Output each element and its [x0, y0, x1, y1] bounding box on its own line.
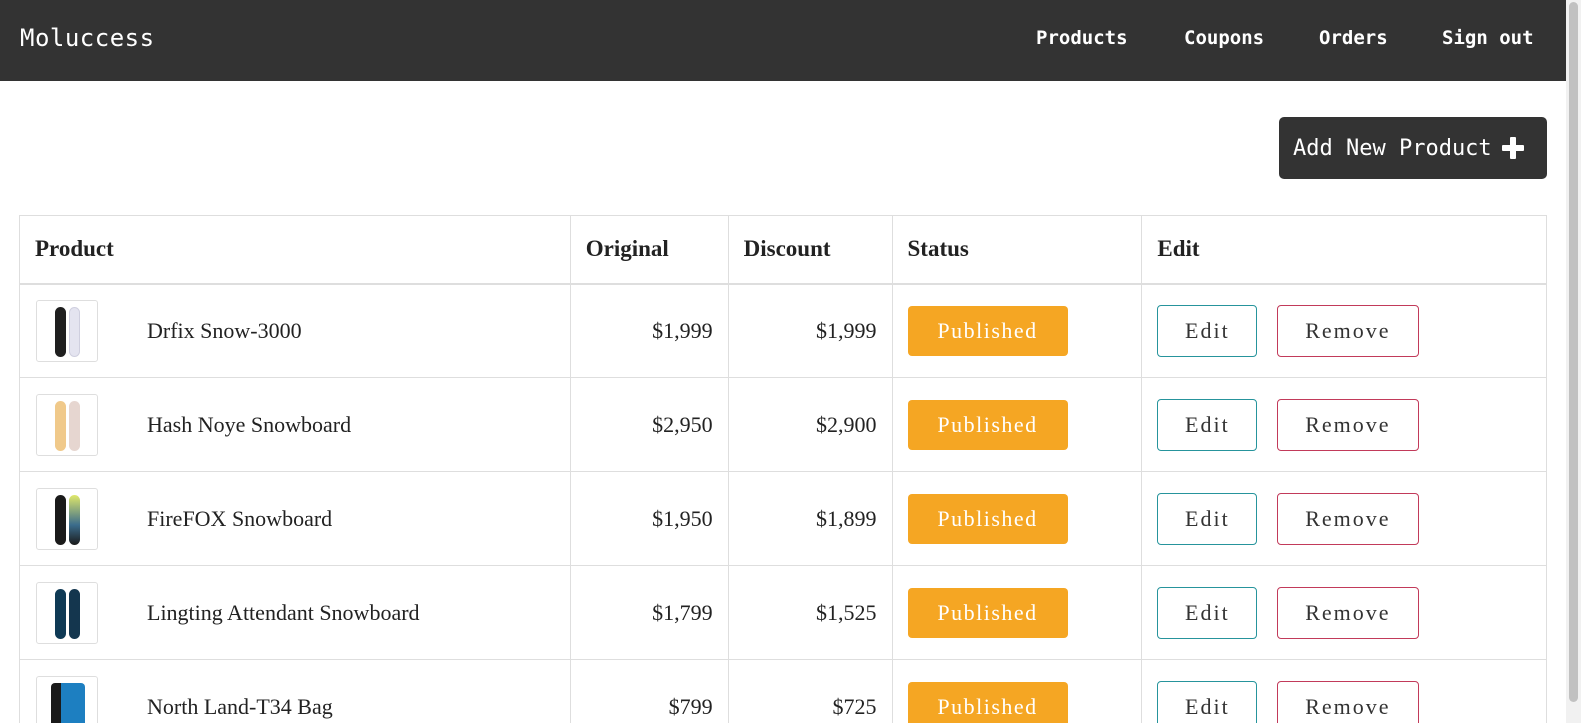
product-name: Lingting Attendant Snowboard — [147, 599, 420, 625]
nav-products-link[interactable]: Products — [1036, 27, 1128, 49]
edit-button[interactable]: Edit — [1157, 586, 1258, 639]
actions-cell: Edit Remove — [1141, 283, 1547, 378]
nav-orders-link[interactable]: Orders — [1319, 27, 1388, 49]
table-row: North Land-T34 Bag $799 $725 Published E… — [19, 659, 1547, 723]
product-cell: North Land-T34 Bag — [19, 659, 571, 723]
status-cell: Published — [891, 471, 1143, 566]
product-thumbnail — [36, 487, 98, 550]
table-header-row: Product Original Discount Status Edit — [19, 215, 1547, 285]
original-price: $1,950 — [569, 471, 729, 566]
status-cell: Published — [891, 377, 1143, 472]
board-shape — [69, 306, 80, 357]
nav-coupons-link[interactable]: Coupons — [1184, 27, 1264, 49]
status-badge: Published — [907, 587, 1068, 638]
remove-button[interactable]: Remove — [1276, 492, 1419, 545]
original-price: $1,999 — [569, 283, 729, 378]
product-cell: FireFOX Snowboard — [19, 471, 571, 566]
original-price: $799 — [569, 659, 729, 723]
table-row: Lingting Attendant Snowboard $1,799 $1,5… — [19, 565, 1547, 660]
status-cell: Published — [891, 283, 1143, 378]
remove-button[interactable]: Remove — [1276, 398, 1419, 451]
product-thumbnail — [36, 675, 98, 723]
product-thumbnail — [36, 299, 98, 362]
status-cell: Published — [891, 659, 1143, 723]
product-name: Hash Noye Snowboard — [147, 411, 352, 437]
product-name: FireFOX Snowboard — [147, 505, 333, 531]
nav-links: Products Coupons Orders Sign out — [0, 27, 1566, 57]
edit-button[interactable]: Edit — [1157, 680, 1258, 723]
header-original: Original — [569, 215, 729, 285]
header-edit: Edit — [1141, 215, 1547, 285]
board-shape — [55, 588, 66, 639]
product-cell: Hash Noye Snowboard — [19, 377, 571, 472]
edit-button[interactable]: Edit — [1157, 398, 1258, 451]
add-new-product-label: Add New Product — [1293, 135, 1492, 161]
status-badge: Published — [907, 681, 1068, 723]
discount-price: $1,899 — [727, 471, 893, 566]
table-row: FireFOX Snowboard $1,950 $1,899 Publishe… — [19, 471, 1547, 566]
top-navbar: Moluccess Products Coupons Orders Sign o… — [0, 0, 1566, 81]
board-shape — [69, 400, 80, 451]
actions-cell: Edit Remove — [1141, 659, 1547, 723]
product-thumbnail — [36, 393, 98, 456]
product-cell: Lingting Attendant Snowboard — [19, 565, 571, 660]
board-shape — [55, 494, 66, 545]
scrollbar-thumb[interactable] — [1569, 2, 1578, 702]
board-shape — [69, 494, 80, 545]
edit-button[interactable]: Edit — [1157, 492, 1258, 545]
discount-price: $725 — [727, 659, 893, 723]
remove-button[interactable]: Remove — [1276, 304, 1419, 357]
table-row: Hash Noye Snowboard $2,950 $2,900 Publis… — [19, 377, 1547, 472]
add-new-product-button[interactable]: Add New Product — [1279, 117, 1547, 179]
page-scrollbar[interactable] — [1566, 0, 1581, 723]
product-name: Drfix Snow-3000 — [147, 317, 302, 343]
header-discount: Discount — [727, 215, 893, 285]
board-shape — [69, 588, 80, 639]
edit-button[interactable]: Edit — [1157, 304, 1258, 357]
header-status: Status — [891, 215, 1143, 285]
nav-signout-link[interactable]: Sign out — [1442, 27, 1534, 49]
table-row: Drfix Snow-3000 $1,999 $1,999 Published … — [19, 283, 1547, 378]
actions-cell: Edit Remove — [1141, 377, 1547, 472]
discount-price: $1,999 — [727, 283, 893, 378]
remove-button[interactable]: Remove — [1276, 586, 1419, 639]
products-table: Product Original Discount Status Edit Dr… — [19, 215, 1547, 723]
product-name: North Land-T34 Bag — [147, 693, 333, 719]
plus-icon — [1501, 137, 1524, 159]
original-price: $1,799 — [569, 565, 729, 660]
status-badge: Published — [907, 399, 1068, 450]
discount-price: $2,900 — [727, 377, 893, 472]
actions-cell: Edit Remove — [1141, 471, 1547, 566]
status-badge: Published — [907, 493, 1068, 544]
bag-shape — [51, 682, 85, 723]
product-thumbnail — [36, 581, 98, 644]
remove-button[interactable]: Remove — [1276, 680, 1419, 723]
status-badge: Published — [907, 305, 1068, 356]
product-cell: Drfix Snow-3000 — [19, 283, 571, 378]
original-price: $2,950 — [569, 377, 729, 472]
status-cell: Published — [891, 565, 1143, 660]
discount-price: $1,525 — [727, 565, 893, 660]
board-shape — [55, 306, 66, 357]
board-shape — [55, 400, 66, 451]
header-product: Product — [19, 215, 571, 285]
actions-cell: Edit Remove — [1141, 565, 1547, 660]
